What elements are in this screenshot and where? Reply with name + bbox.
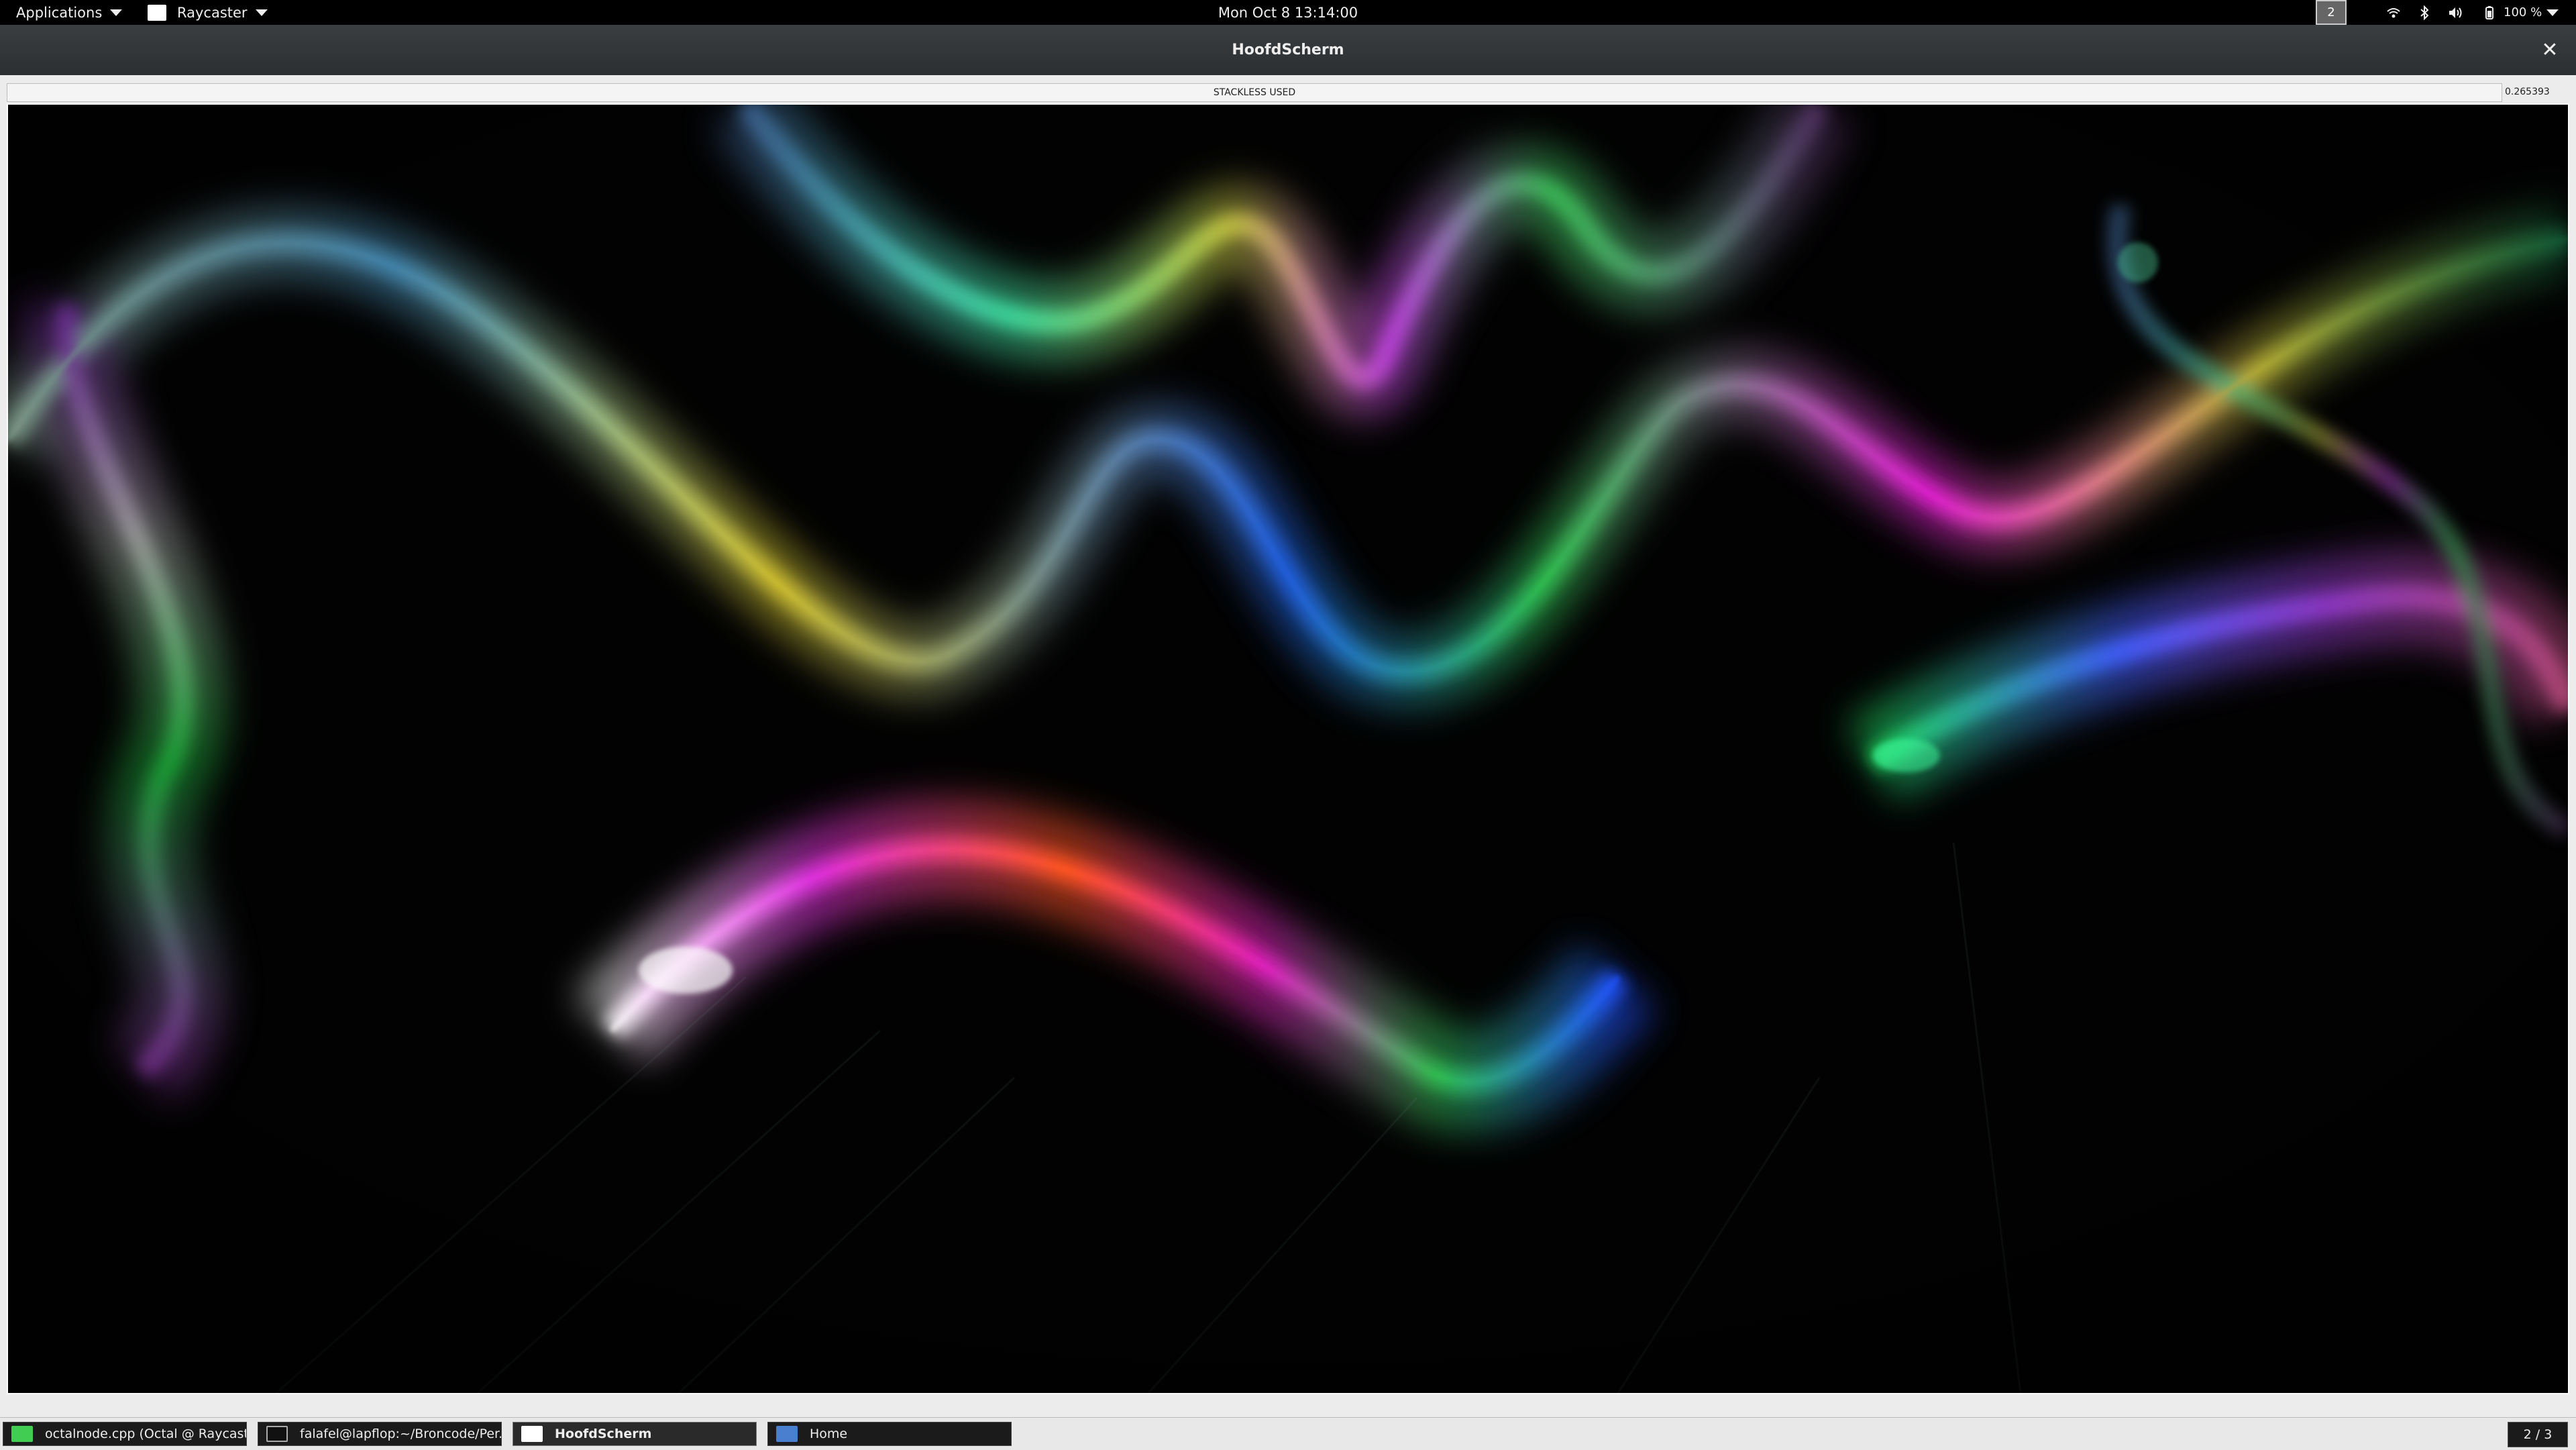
terminal-icon — [266, 1426, 288, 1442]
raycast-render — [8, 105, 2568, 1393]
render-view[interactable] — [7, 103, 2569, 1394]
workspace-number: 2 — [2327, 5, 2335, 19]
task-home[interactable]: Home — [767, 1422, 1012, 1446]
task-hoofdscherm[interactable]: HoofdScherm — [513, 1422, 757, 1446]
workspace-pager-label: 2 / 3 — [2523, 1427, 2553, 1442]
window-titlebar[interactable]: HoofdScherm ✕ — [0, 25, 2576, 76]
top-panel: Applications Raycaster Mon Oct 8 13:14:0… — [0, 0, 2576, 25]
battery-icon[interactable] — [2482, 5, 2497, 20]
folder-icon — [776, 1426, 798, 1442]
status-bar: STACKLESS USED 0.265393 — [7, 83, 2569, 102]
task-label: octalnode.cpp (Octal @ Raycaste... — [45, 1427, 247, 1441]
task-label: falafel@lapflop:~/Broncode/Per... — [300, 1427, 502, 1441]
bluetooth-icon[interactable] — [2417, 5, 2432, 20]
wifi-icon[interactable] — [2386, 5, 2401, 20]
close-icon: ✕ — [2541, 38, 2559, 62]
window-list: octalnode.cpp (Octal @ Raycaste... falaf… — [0, 1417, 2576, 1450]
workspace-indicator[interactable]: 2 — [2316, 0, 2347, 25]
workspace-pager[interactable]: 2 / 3 — [2508, 1422, 2568, 1447]
window-content: STACKLESS USED 0.265393 — [0, 75, 2576, 1417]
clock[interactable]: Mon Oct 8 13:14:00 — [0, 0, 2576, 25]
battery-percent[interactable]: 100 % — [2504, 0, 2542, 25]
task-octalnode[interactable]: octalnode.cpp (Octal @ Raycaste... — [3, 1422, 247, 1446]
task-label: Home — [810, 1427, 848, 1441]
task-label: HoofdScherm — [555, 1427, 652, 1441]
window-title: HoofdScherm — [1232, 42, 1344, 58]
status-label: STACKLESS USED — [7, 83, 2502, 102]
battery-percent-label: 100 % — [2504, 5, 2542, 19]
volume-icon[interactable] — [2448, 5, 2463, 20]
close-button[interactable]: ✕ — [2538, 38, 2561, 62]
status-value: 0.265393 — [2505, 87, 2550, 97]
window-icon — [521, 1426, 543, 1442]
task-terminal[interactable]: falafel@lapflop:~/Broncode/Per... — [258, 1422, 502, 1446]
clock-label: Mon Oct 8 13:14:00 — [1218, 4, 1358, 21]
qt-creator-icon — [11, 1426, 33, 1442]
system-menu[interactable] — [2538, 0, 2559, 25]
chevron-down-icon — [2546, 9, 2559, 16]
